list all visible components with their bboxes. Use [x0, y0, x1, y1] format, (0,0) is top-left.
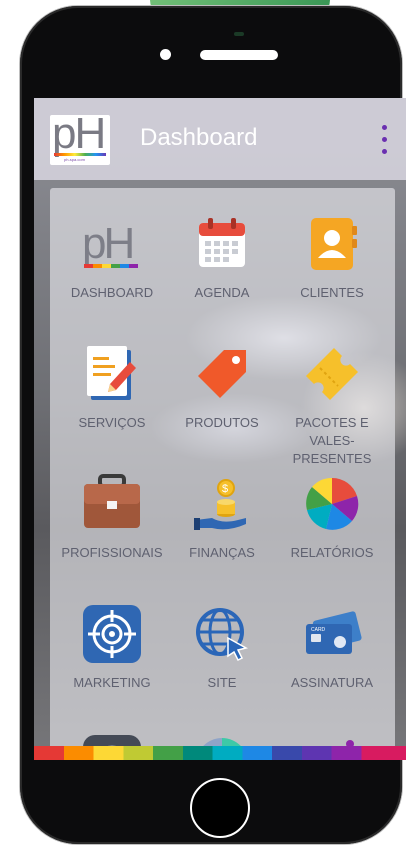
card-brand-text: CARD	[311, 627, 326, 633]
document-pencil-icon	[82, 344, 142, 404]
ticket-icon	[302, 344, 362, 404]
menu-item-marketing[interactable]: MARKETING	[57, 586, 167, 706]
menu-item-label: DASHBOARD	[70, 285, 154, 300]
app-logo: pH ph-spa.com	[50, 109, 110, 165]
credit-card-icon: CARD	[302, 604, 362, 664]
logo-text: pH	[52, 109, 106, 158]
coins-hand-icon: $	[192, 474, 252, 534]
price-tag-icon	[192, 344, 252, 404]
menu-item-label: SERVIÇOS	[78, 415, 146, 430]
menu-item-pacotes[interactable]: PACOTES E VALES-PRESENTES	[277, 326, 387, 466]
page-title: Dashboard	[140, 124, 258, 151]
calendar-icon	[192, 214, 252, 274]
menu-item-label: PRODUTOS	[185, 415, 259, 430]
menu-item-produtos[interactable]: PRODUTOS	[167, 326, 277, 446]
svg-text:pH: pH	[82, 219, 132, 268]
svg-text:$: $	[222, 483, 228, 495]
overflow-menu-icon[interactable]	[377, 123, 391, 157]
menu-item-dashboard[interactable]: pH DASHBOARD	[57, 196, 167, 316]
menu-grid: pH DASHBOARD AGENDA CLIENTES SERVIÇOS PR…	[50, 188, 395, 760]
pie-chart-icon	[302, 474, 362, 534]
logo-subtext: ph-spa.com	[64, 157, 85, 162]
menu-item-relatorios[interactable]: RELATÓRIOS	[277, 456, 387, 576]
earpiece-speaker	[200, 50, 278, 60]
contacts-book-icon	[302, 214, 362, 274]
menu-item-assinatura[interactable]: CARD ASSINATURA	[277, 586, 387, 706]
menu-item-label: MARKETING	[73, 675, 151, 690]
ph-logo-icon: pH	[82, 214, 142, 274]
menu-item-financas[interactable]: $ FINANÇAS	[167, 456, 277, 576]
globe-icon	[192, 604, 252, 664]
menu-item-clientes[interactable]: CLIENTES	[277, 196, 387, 316]
app-toolbar: pH ph-spa.com Dashboard	[34, 98, 406, 180]
menu-item-label: SITE	[207, 675, 237, 690]
proximity-sensor	[234, 32, 244, 36]
target-icon	[82, 604, 142, 664]
menu-item-agenda[interactable]: AGENDA	[167, 196, 277, 316]
app-screen: pH ph-spa.com Dashboard pH DASHBOARD AGE…	[34, 98, 406, 760]
front-camera	[160, 49, 171, 60]
home-button[interactable]	[190, 778, 250, 838]
logo-rainbow-bar	[54, 153, 106, 156]
menu-item-servicos[interactable]: SERVIÇOS	[57, 326, 167, 446]
menu-item-label: ASSINATURA	[290, 675, 374, 690]
menu-item-label: PROFISSIONAIS	[61, 545, 163, 560]
menu-item-site[interactable]: SITE	[167, 586, 277, 706]
menu-item-label: RELATÓRIOS	[290, 545, 374, 560]
menu-item-label: FINANÇAS	[189, 545, 255, 560]
briefcase-icon	[82, 474, 142, 534]
rainbow-footer-bar	[34, 746, 406, 760]
menu-item-label: CLIENTES	[300, 285, 364, 300]
menu-item-label: AGENDA	[194, 285, 250, 300]
menu-item-profissionais[interactable]: PROFISSIONAIS	[57, 456, 167, 576]
